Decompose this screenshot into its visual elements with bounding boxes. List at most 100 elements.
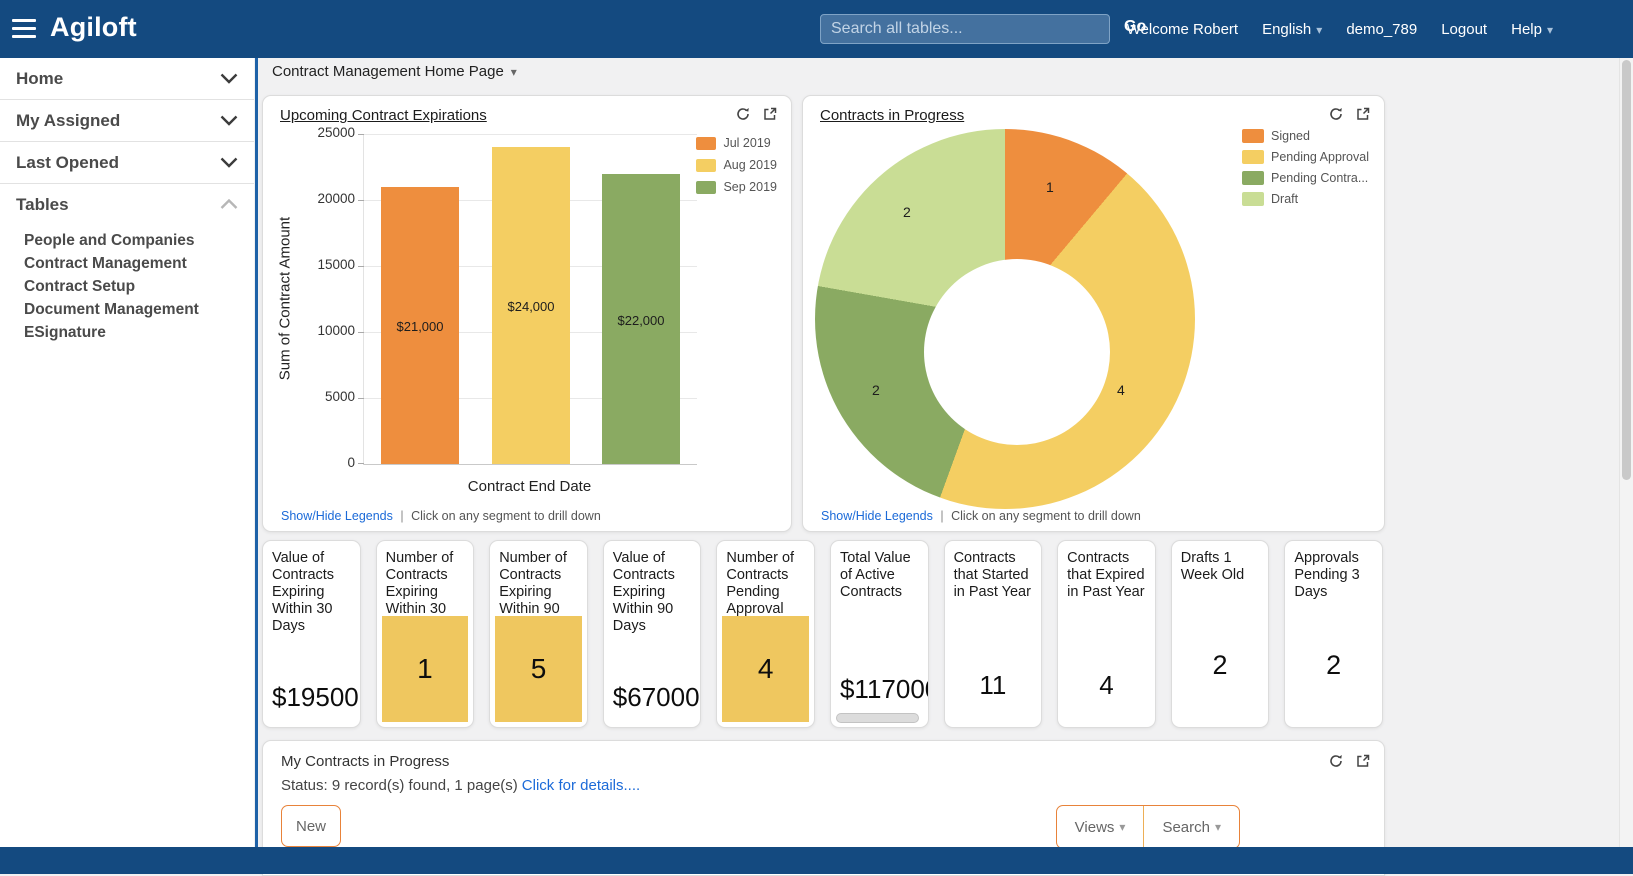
chevron-down-icon xyxy=(220,73,238,84)
bottom-blue-bar xyxy=(0,847,1633,874)
kpi-value: 5 xyxy=(531,653,547,685)
drilldown-note: Click on any segment to drill down xyxy=(411,509,601,523)
drilldown-note: Click on any segment to drill down xyxy=(951,509,1141,523)
top-navbar: Agiloft Go Welcome Robert English demo_7… xyxy=(0,0,1633,58)
sidebar-section-last-opened[interactable]: Last Opened xyxy=(0,142,254,184)
panel-status: Status: 9 record(s) found, 1 page(s)Clic… xyxy=(263,770,1384,794)
logout-link[interactable]: Logout xyxy=(1441,21,1487,38)
show-hide-legends-link[interactable]: Show/Hide Legends xyxy=(281,509,393,523)
y-axis-tick: 5000 xyxy=(263,389,355,404)
refresh-icon[interactable] xyxy=(1329,754,1343,768)
sidebar-section-tables[interactable]: Tables xyxy=(0,184,254,225)
bar-legend-swatch xyxy=(696,159,716,172)
search-button[interactable]: Search xyxy=(1144,806,1239,848)
refresh-icon[interactable] xyxy=(1329,107,1343,121)
sidebar-item-document-management[interactable]: Document Management xyxy=(24,298,254,321)
y-axis-tick: 20000 xyxy=(263,191,355,206)
x-axis-label: Contract End Date xyxy=(363,478,696,495)
sidebar-section-home[interactable]: Home xyxy=(0,58,254,100)
kpi-value: $117000 xyxy=(840,674,928,705)
panel-title: My Contracts in Progress xyxy=(263,741,1384,770)
legend-item[interactable]: Pending Approval xyxy=(1242,150,1370,164)
donut-hole xyxy=(924,259,1110,445)
donut-legend-swatch xyxy=(1242,192,1264,206)
kpi-expired-past-year[interactable]: Contracts that Expired in Past Year 4 xyxy=(1057,540,1156,728)
donut-chart[interactable] xyxy=(815,129,1195,509)
sidebar-section-my-assigned[interactable]: My Assigned xyxy=(0,100,254,142)
kpi-value: 11 xyxy=(945,670,1042,701)
vertical-scrollbar[interactable] xyxy=(1619,58,1633,847)
donut-legend-swatch xyxy=(1242,129,1264,143)
breadcrumb[interactable]: Contract Management Home Page xyxy=(272,63,517,80)
kpi-value: $67000 xyxy=(613,682,700,713)
details-link[interactable]: Click for details.... xyxy=(522,777,640,794)
bar-value-label: $21,000 xyxy=(397,319,444,334)
kpi-drafts-1-week-old[interactable]: Drafts 1 Week Old 2 xyxy=(1171,540,1270,728)
slice-value-draft: 2 xyxy=(903,204,911,220)
bar-chart-title[interactable]: Upcoming Contract Expirations xyxy=(280,107,487,124)
app-logo: Agiloft xyxy=(50,12,137,43)
scrollbar-thumb[interactable] xyxy=(1622,60,1631,480)
kpi-started-past-year[interactable]: Contracts that Started in Past Year 11 xyxy=(944,540,1043,728)
content-divider xyxy=(255,58,258,847)
bar-value-label: $22,000 xyxy=(618,313,665,328)
popout-icon[interactable] xyxy=(1356,107,1370,121)
kpi-value: 4 xyxy=(1058,670,1155,701)
kpi-highlight: 1 xyxy=(382,616,469,722)
legend-item[interactable]: Pending Contra... xyxy=(1242,171,1370,185)
donut-legend-swatch xyxy=(1242,150,1264,164)
views-button[interactable]: Views xyxy=(1057,806,1144,848)
legend-item[interactable]: Sep 2019 xyxy=(696,180,777,194)
bar[interactable]: $24,000 xyxy=(492,147,570,464)
kpi-highlight: 4 xyxy=(722,616,809,722)
sidebar-item-people-and-companies[interactable]: People and Companies xyxy=(24,229,254,252)
menu-icon[interactable] xyxy=(12,19,36,38)
chevron-down-icon xyxy=(220,157,238,168)
donut-chart-legend: Signed Pending Approval Pending Contra..… xyxy=(1242,129,1370,213)
y-axis-tick: 10000 xyxy=(263,323,355,338)
kpi-row: Value of Contracts Expiring Within 30 Da… xyxy=(262,540,1383,728)
legend-item[interactable]: Jul 2019 xyxy=(696,136,777,150)
donut-legend-swatch xyxy=(1242,171,1264,185)
kpi-approvals-pending-3-days[interactable]: Approvals Pending 3 Days 2 xyxy=(1284,540,1383,728)
show-hide-legends-link[interactable]: Show/Hide Legends xyxy=(821,509,933,523)
kpi-value: 2 xyxy=(1285,650,1382,681)
contracts-in-progress-card: Contracts in Progress 1 2 2 4 Signed Pen… xyxy=(802,95,1385,532)
kpi-highlight: 5 xyxy=(495,616,582,722)
bar-plot-area: $21,000 $24,000 $22,000 xyxy=(363,134,697,465)
sidebar-item-esignature[interactable]: ESignature xyxy=(24,321,254,344)
refresh-icon[interactable] xyxy=(736,107,750,121)
sidebar-item-contract-setup[interactable]: Contract Setup xyxy=(24,275,254,298)
account-label[interactable]: demo_789 xyxy=(1346,21,1417,38)
help-menu[interactable]: Help xyxy=(1511,21,1553,38)
popout-icon[interactable] xyxy=(763,107,777,121)
legend-item[interactable]: Signed xyxy=(1242,129,1370,143)
kpi-value-expiring-30-days[interactable]: Value of Contracts Expiring Within 30 Da… xyxy=(262,540,361,728)
bar-value-label: $24,000 xyxy=(508,299,555,314)
language-menu[interactable]: English xyxy=(1262,21,1322,38)
y-axis-tick: 15000 xyxy=(263,257,355,272)
legend-item[interactable]: Draft xyxy=(1242,192,1370,206)
welcome-user-label: Welcome Robert xyxy=(1127,21,1238,38)
kpi-total-value-active[interactable]: Total Value of Active Contracts $117000 xyxy=(830,540,929,728)
search-input[interactable] xyxy=(820,14,1110,44)
bar[interactable]: $22,000 xyxy=(602,174,680,464)
kpi-value: 1 xyxy=(417,653,433,685)
kpi-value: $19500 xyxy=(272,682,359,713)
popout-icon[interactable] xyxy=(1356,754,1370,768)
chevron-up-icon xyxy=(220,199,238,210)
kpi-number-expiring-30-days[interactable]: Number of Contracts Expiring Within 30 D… xyxy=(376,540,475,728)
legend-item[interactable]: Aug 2019 xyxy=(696,158,777,172)
kpi-number-pending-approval[interactable]: Number of Contracts Pending Approval 4 xyxy=(716,540,815,728)
donut-chart-title[interactable]: Contracts in Progress xyxy=(820,107,964,124)
kpi-value: 4 xyxy=(758,653,774,685)
bar[interactable]: $21,000 xyxy=(381,187,459,464)
bar-legend-swatch xyxy=(696,137,716,150)
horizontal-scrollbar[interactable] xyxy=(836,713,919,723)
bar-chart-legend: Jul 2019 Aug 2019 Sep 2019 xyxy=(696,136,777,202)
new-button[interactable]: New xyxy=(281,805,341,847)
kpi-value-expiring-90-days[interactable]: Value of Contracts Expiring Within 90 Da… xyxy=(603,540,702,728)
sidebar-item-contract-management[interactable]: Contract Management xyxy=(24,252,254,275)
navbar-links: Welcome Robert English demo_789 Logout H… xyxy=(1127,0,1553,58)
kpi-number-expiring-90-days[interactable]: Number of Contracts Expiring Within 90 D… xyxy=(489,540,588,728)
